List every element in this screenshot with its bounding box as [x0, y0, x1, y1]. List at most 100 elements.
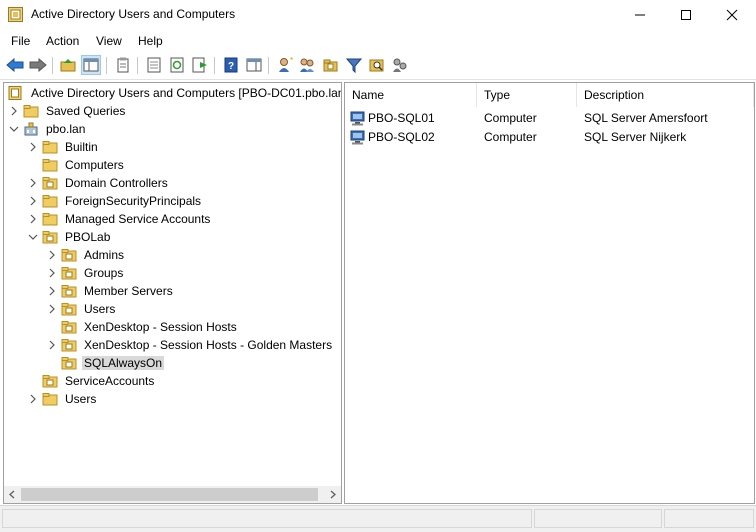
tree-item-sqlalwayson[interactable]: SQLAlwaysOn [46, 354, 165, 372]
list-item[interactable]: PBO-SQL01 Computer SQL Server Amersfoort [345, 109, 754, 128]
computer-description: SQL Server Amersfoort [584, 111, 708, 125]
find-button[interactable] [367, 55, 387, 75]
tree-label: pbo.lan [46, 122, 86, 136]
tree-item-users[interactable]: Users [27, 390, 98, 408]
tree-item-member-servers[interactable]: Member Servers [46, 282, 175, 300]
tree-pane[interactable]: Active Directory Users and Computers [PB… [3, 82, 342, 504]
tree-label: Managed Service Accounts [65, 212, 211, 226]
back-button[interactable] [5, 55, 25, 75]
tree-label: Groups [84, 266, 124, 280]
tree-item-pbo-lan[interactable]: pbo.lan [8, 120, 87, 138]
help-button[interactable]: ? [221, 55, 241, 75]
show-tree-icon [83, 58, 99, 72]
properties-button[interactable] [113, 55, 133, 75]
refresh-button[interactable] [167, 55, 187, 75]
details-pane[interactable]: Name Type Description PBO-SQL01 Computer… [344, 82, 755, 504]
ou-folder-icon [42, 177, 58, 190]
maximize-button[interactable] [663, 0, 709, 30]
tree-item-saved-queries[interactable]: Saved Queries [8, 102, 127, 120]
new-user-button[interactable]: * [275, 55, 295, 75]
toolbar-separator [137, 57, 138, 74]
tree-item-pbolab[interactable]: PBOLab [27, 228, 112, 246]
export-button[interactable] [190, 55, 210, 75]
scrollbar-thumb[interactable] [21, 488, 318, 501]
close-icon [726, 9, 738, 21]
export-list-button[interactable] [144, 55, 164, 75]
minimize-button[interactable] [617, 0, 663, 30]
new-group-button[interactable] [298, 55, 318, 75]
chevron-right-icon[interactable] [27, 174, 39, 192]
toolbar-separator [268, 57, 269, 74]
list-item[interactable]: PBO-SQL02 Computer SQL Server Nijkerk [345, 128, 754, 147]
status-segment [534, 509, 662, 528]
tree-item-pbolab-users[interactable]: Users [46, 300, 117, 318]
column-header-name[interactable]: Name [345, 83, 477, 107]
column-header-description[interactable]: Description [577, 83, 754, 107]
scroll-left-icon[interactable] [8, 490, 16, 499]
delegate-button[interactable] [390, 55, 410, 75]
menu-action[interactable]: Action [46, 34, 79, 48]
menu-view[interactable]: View [96, 34, 122, 48]
tree-label: Saved Queries [46, 104, 126, 118]
chevron-down-icon[interactable] [8, 120, 20, 138]
ad-app-icon [8, 7, 23, 22]
scroll-right-icon[interactable] [329, 490, 337, 499]
filter-button[interactable] [344, 55, 364, 75]
tree-item-xendesktop-golden-masters[interactable]: XenDesktop - Session Hosts - Golden Mast… [46, 336, 334, 354]
computer-name: PBO-SQL02 [368, 130, 435, 144]
no-chevron [46, 354, 58, 372]
chevron-right-icon[interactable] [46, 246, 58, 264]
tree-label: ServiceAccounts [65, 374, 155, 388]
chevron-right-icon[interactable] [27, 138, 39, 156]
chevron-right-icon[interactable] [46, 336, 58, 354]
chevron-right-icon[interactable] [27, 192, 39, 210]
menu-help[interactable]: Help [138, 34, 163, 48]
tree-item-admins[interactable]: Admins [46, 246, 126, 264]
tree-item-domain-controllers[interactable]: Domain Controllers [27, 174, 170, 192]
ou-folder-icon [61, 339, 77, 352]
tree-label: XenDesktop - Session Hosts - Golden Mast… [84, 338, 333, 352]
tree-label: PBOLab [65, 230, 111, 244]
up-folder-icon [60, 59, 76, 72]
ou-folder-icon [42, 231, 58, 244]
tree-item-builtin[interactable]: Builtin [27, 138, 100, 156]
action-pane-button[interactable] [244, 55, 264, 75]
ou-folder-icon [61, 321, 77, 334]
folder-icon [42, 213, 58, 226]
close-button[interactable] [709, 0, 755, 30]
chevron-right-icon[interactable] [46, 282, 58, 300]
ou-folder-icon [61, 303, 77, 316]
help-icon: ? [224, 57, 238, 73]
show-hide-tree-button[interactable] [81, 55, 101, 75]
new-ou-button[interactable] [321, 55, 341, 75]
tree-item-groups[interactable]: Groups [46, 264, 125, 282]
chevron-right-icon[interactable] [8, 102, 20, 120]
tree-label: Builtin [65, 140, 98, 154]
column-header-type[interactable]: Type [477, 83, 577, 107]
tree-item-xendesktop-session-hosts[interactable]: XenDesktop - Session Hosts [46, 318, 239, 336]
horizontal-scrollbar[interactable] [4, 486, 341, 503]
tree-item-computers[interactable]: Computers [27, 156, 126, 174]
chevron-right-icon[interactable] [27, 210, 39, 228]
tree-item-managed-service-accounts[interactable]: Managed Service Accounts [27, 210, 212, 228]
delegate-icon [393, 58, 407, 72]
chevron-down-icon[interactable] [27, 228, 39, 246]
forward-button[interactable] [28, 55, 48, 75]
chevron-right-icon[interactable] [27, 390, 39, 408]
export-icon [192, 57, 207, 73]
computer-type: Computer [484, 130, 537, 144]
up-level-button[interactable] [58, 55, 78, 75]
tree-item-foreign-security-principals[interactable]: ForeignSecurityPrincipals [27, 192, 203, 210]
forward-arrow-icon [29, 58, 47, 72]
no-chevron [27, 156, 39, 174]
chevron-right-icon[interactable] [46, 300, 58, 318]
menu-file[interactable]: File [11, 34, 30, 48]
ou-folder-icon [61, 285, 77, 298]
chevron-right-icon[interactable] [46, 264, 58, 282]
tree-label: XenDesktop - Session Hosts [84, 320, 237, 334]
tree-item-service-accounts[interactable]: ServiceAccounts [27, 372, 156, 390]
computer-icon [350, 130, 365, 145]
domain-icon [24, 122, 38, 136]
status-bar [0, 505, 756, 532]
tree-root[interactable]: Active Directory Users and Computers [PB… [8, 84, 341, 102]
